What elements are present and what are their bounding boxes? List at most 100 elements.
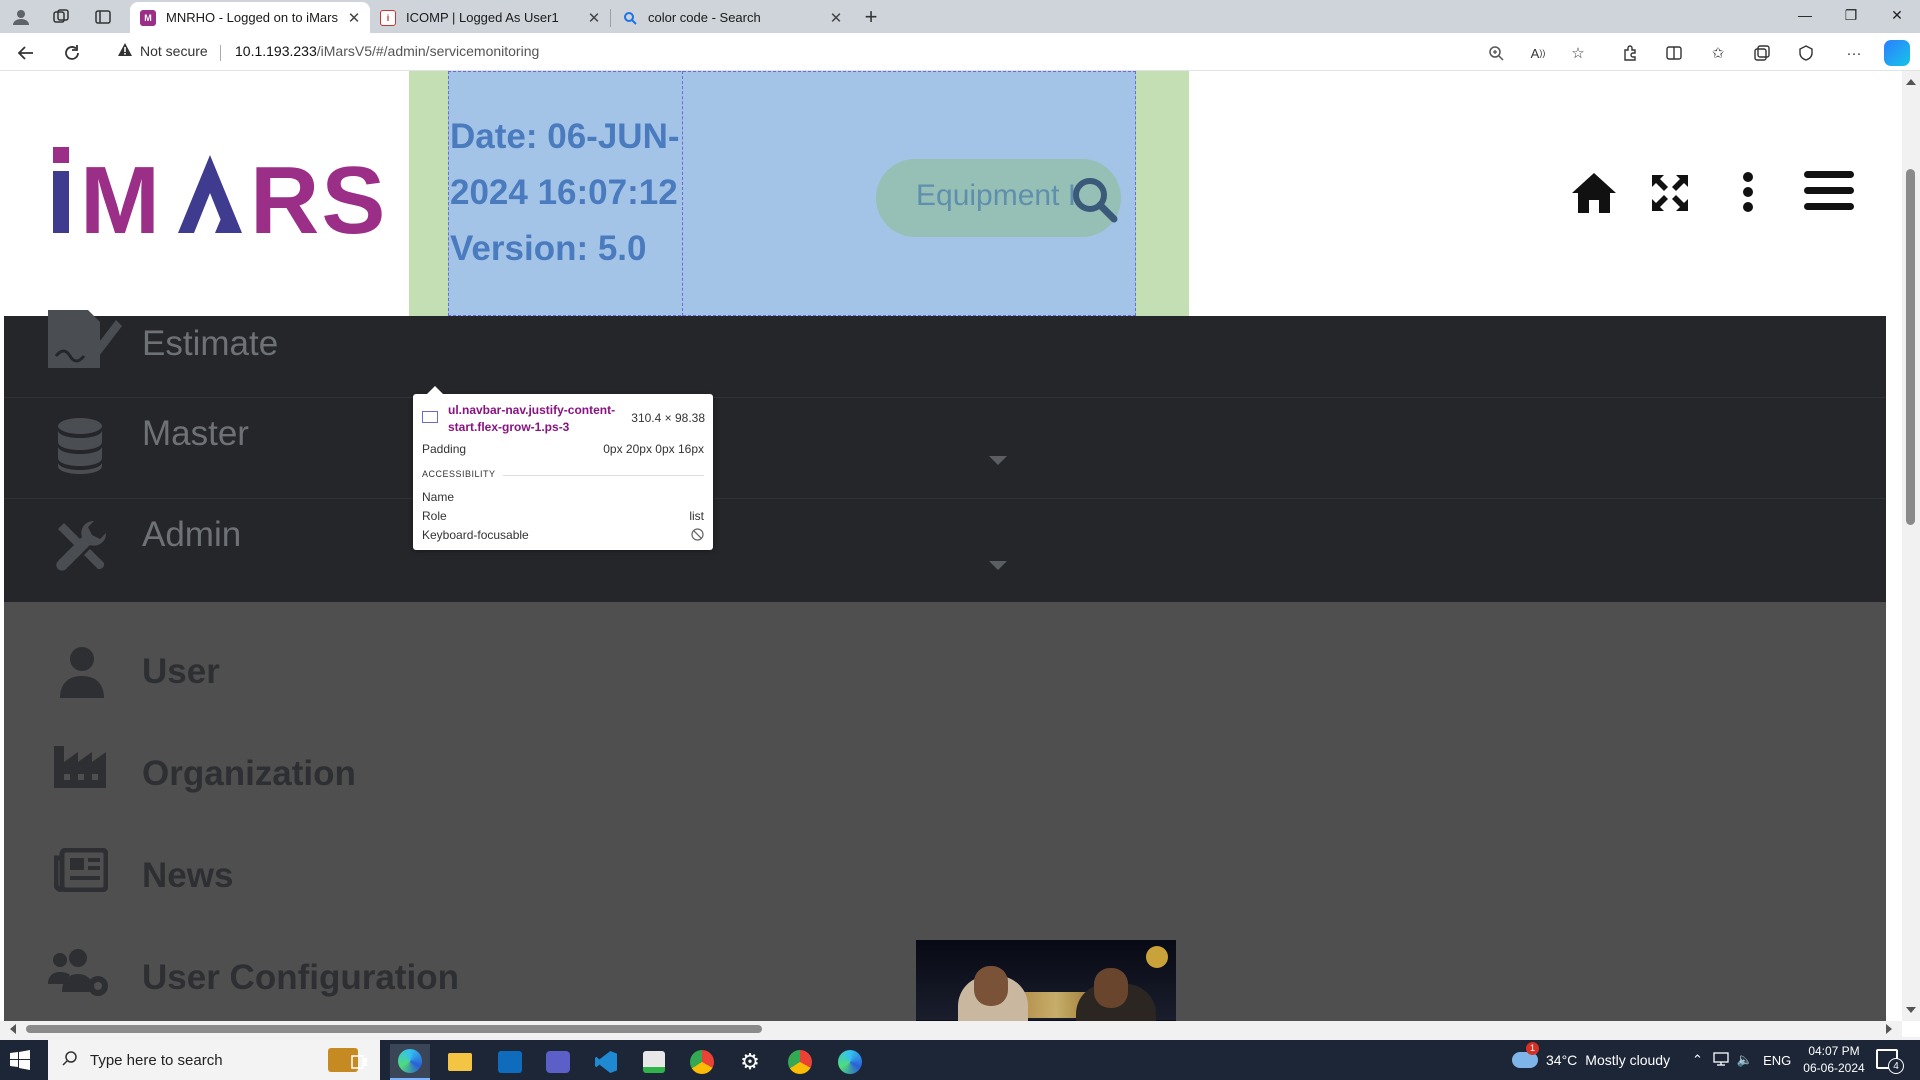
back-button[interactable] [14, 41, 38, 65]
restore-button[interactable]: ❐ [1828, 0, 1874, 30]
weather-description: Mostly cloudy [1585, 1052, 1671, 1068]
sidebar-item-estimate[interactable]: Estimate [4, 310, 1886, 398]
date-line-1: Date: 06-JUN- [450, 117, 680, 156]
taskbar-settings-app[interactable]: ⚙ [730, 1044, 770, 1080]
tooltip-focusable-row: Keyboard-focusable [422, 528, 704, 544]
submenu-item-organization[interactable]: Organization [4, 704, 1886, 806]
taskbar-edge-dev-app[interactable] [830, 1044, 870, 1080]
extensions-icon[interactable] [1618, 41, 1642, 65]
tab-imars[interactable]: M MNRHO - Logged on to iMars ✕ [130, 2, 370, 33]
more-options-icon[interactable]: ··· [1842, 41, 1866, 65]
close-icon[interactable]: ✕ [584, 9, 604, 27]
browser-address-bar: Not secure 10.1.193.233/iMarsV5/#/admin/… [0, 33, 1920, 71]
search-favicon-icon [622, 10, 638, 26]
horizontal-scroll-thumb[interactable] [26, 1025, 762, 1033]
new-tab-button[interactable]: + [858, 4, 884, 30]
security-indicator[interactable]: Not secure [118, 43, 208, 59]
chevron-up-icon[interactable]: ⌃ [1692, 1052, 1703, 1068]
imars-favicon-icon: M [140, 9, 156, 26]
taskbar-chrome-profile-app[interactable] [780, 1044, 820, 1080]
taskbar-file-explorer-app[interactable] [440, 1044, 480, 1080]
scroll-up-arrow-icon[interactable] [1906, 79, 1916, 85]
taskbar-outlook-app[interactable] [490, 1044, 530, 1080]
tab-actions-icon[interactable] [92, 6, 114, 28]
close-icon[interactable]: ✕ [344, 9, 364, 27]
favorite-star-icon[interactable]: ☆ [1566, 41, 1590, 65]
taskbar-teams-app[interactable] [538, 1044, 578, 1080]
edge-icon [838, 1050, 862, 1074]
home-icon[interactable] [1570, 171, 1618, 220]
close-window-button[interactable]: ✕ [1874, 0, 1920, 30]
weather-widget[interactable]: 1 34°C Mostly cloudy [1512, 1040, 1670, 1080]
teams-icon [546, 1051, 570, 1073]
task-view-icon[interactable] [340, 1044, 380, 1080]
submenu-item-news[interactable]: News [4, 806, 1886, 908]
taskbar-media-app[interactable] [634, 1044, 674, 1080]
browser-essentials-icon[interactable] [1794, 41, 1818, 65]
windows-start-icon[interactable] [10, 1050, 30, 1070]
icomp-favicon-icon: i [380, 9, 396, 26]
horizontal-scrollbar[interactable] [0, 1021, 1902, 1037]
taskbar-chrome-app[interactable] [682, 1044, 722, 1080]
cloud-rain-icon: 1 [1512, 1042, 1539, 1068]
scroll-down-arrow-icon[interactable] [1906, 1007, 1916, 1013]
date-version-block: Date: 06-JUN- 2024 16:07:12 Version: 5.0 [450, 109, 690, 277]
chevron-down-icon [989, 561, 1007, 570]
network-icon[interactable] [1713, 1051, 1729, 1069]
windows-taskbar: Type here to search ⚙ 1 34°C Mostly clou… [0, 1040, 1920, 1080]
taskbar-search-placeholder: Type here to search [90, 1051, 223, 1069]
favorites-icon[interactable]: ✩ [1706, 41, 1730, 65]
language-indicator[interactable]: ENG [1763, 1053, 1791, 1068]
picture-in-picture-video[interactable] [916, 940, 1176, 1021]
vertical-scrollbar[interactable] [1902, 71, 1920, 1021]
tab-search[interactable]: color code - Search ✕ [612, 2, 852, 33]
taskbar-vscode-app[interactable] [586, 1044, 626, 1080]
imars-logo[interactable]: M RS [50, 147, 400, 254]
sidebar-main-menu: Estimate Master Admin [4, 310, 1886, 602]
scroll-right-arrow-icon[interactable] [1886, 1024, 1892, 1034]
chrome-icon [690, 1050, 714, 1074]
video-person-right-head [1094, 968, 1128, 1008]
scroll-left-arrow-icon[interactable] [10, 1024, 16, 1034]
sidebar-item-admin[interactable]: Admin [4, 499, 1886, 602]
sidebar-item-master[interactable]: Master [4, 398, 1886, 499]
folder-icon [448, 1053, 472, 1071]
speaker-icon[interactable]: 🔈 [1737, 1052, 1753, 1068]
sidebar-item-label: Admin [142, 515, 242, 554]
date-line-2: 2024 16:07:12 [450, 173, 678, 212]
file-signature-icon [48, 310, 122, 375]
security-label: Not secure [140, 43, 208, 59]
search-icon[interactable] [1070, 175, 1118, 228]
tooltip-name-row: Name [422, 490, 704, 504]
tab-icomp[interactable]: i ICOMP | Logged As User1 ✕ [370, 2, 610, 33]
kebab-menu-icon[interactable] [1742, 171, 1754, 218]
submenu-item-label: User Configuration [142, 958, 459, 997]
taskbar-clock[interactable]: 04:07 PM 06-06-2024 [1798, 1043, 1870, 1077]
zoom-icon[interactable] [1484, 41, 1508, 65]
taskbar-search-input[interactable]: Type here to search [48, 1040, 380, 1080]
copilot-icon[interactable] [1884, 40, 1910, 66]
refresh-button[interactable] [60, 41, 84, 65]
devtools-inspect-tooltip: ul.navbar-nav.justify-content-start.flex… [413, 386, 713, 550]
url-field[interactable]: 10.1.193.233/iMarsV5/#/admin/servicemoni… [235, 43, 539, 59]
submenu-item-user[interactable]: User [4, 602, 1886, 704]
close-icon[interactable]: ✕ [826, 9, 846, 27]
hamburger-menu-icon[interactable] [1804, 169, 1854, 218]
workspaces-icon[interactable] [50, 6, 72, 28]
profile-icon[interactable] [10, 6, 32, 28]
collections-icon[interactable] [1750, 41, 1774, 65]
vertical-scroll-thumb[interactable] [1906, 169, 1915, 525]
read-aloud-icon[interactable]: A)) [1526, 41, 1550, 65]
version-line: Version: 5.0 [450, 229, 647, 268]
minimize-button[interactable]: — [1782, 0, 1828, 30]
taskbar-edge-app[interactable] [390, 1044, 430, 1080]
clock-date: 06-06-2024 [1803, 1061, 1865, 1075]
fullscreen-icon[interactable] [1650, 173, 1690, 218]
tab-title: MNRHO - Logged on to iMars [166, 10, 338, 25]
outlook-icon [498, 1051, 522, 1073]
gear-icon: ⚙ [740, 1049, 760, 1074]
split-screen-icon[interactable] [1662, 41, 1686, 65]
tooltip-arrow [427, 386, 443, 394]
equipment-search-placeholder: Equipment I [916, 179, 1077, 212]
tab-separator [610, 9, 611, 27]
